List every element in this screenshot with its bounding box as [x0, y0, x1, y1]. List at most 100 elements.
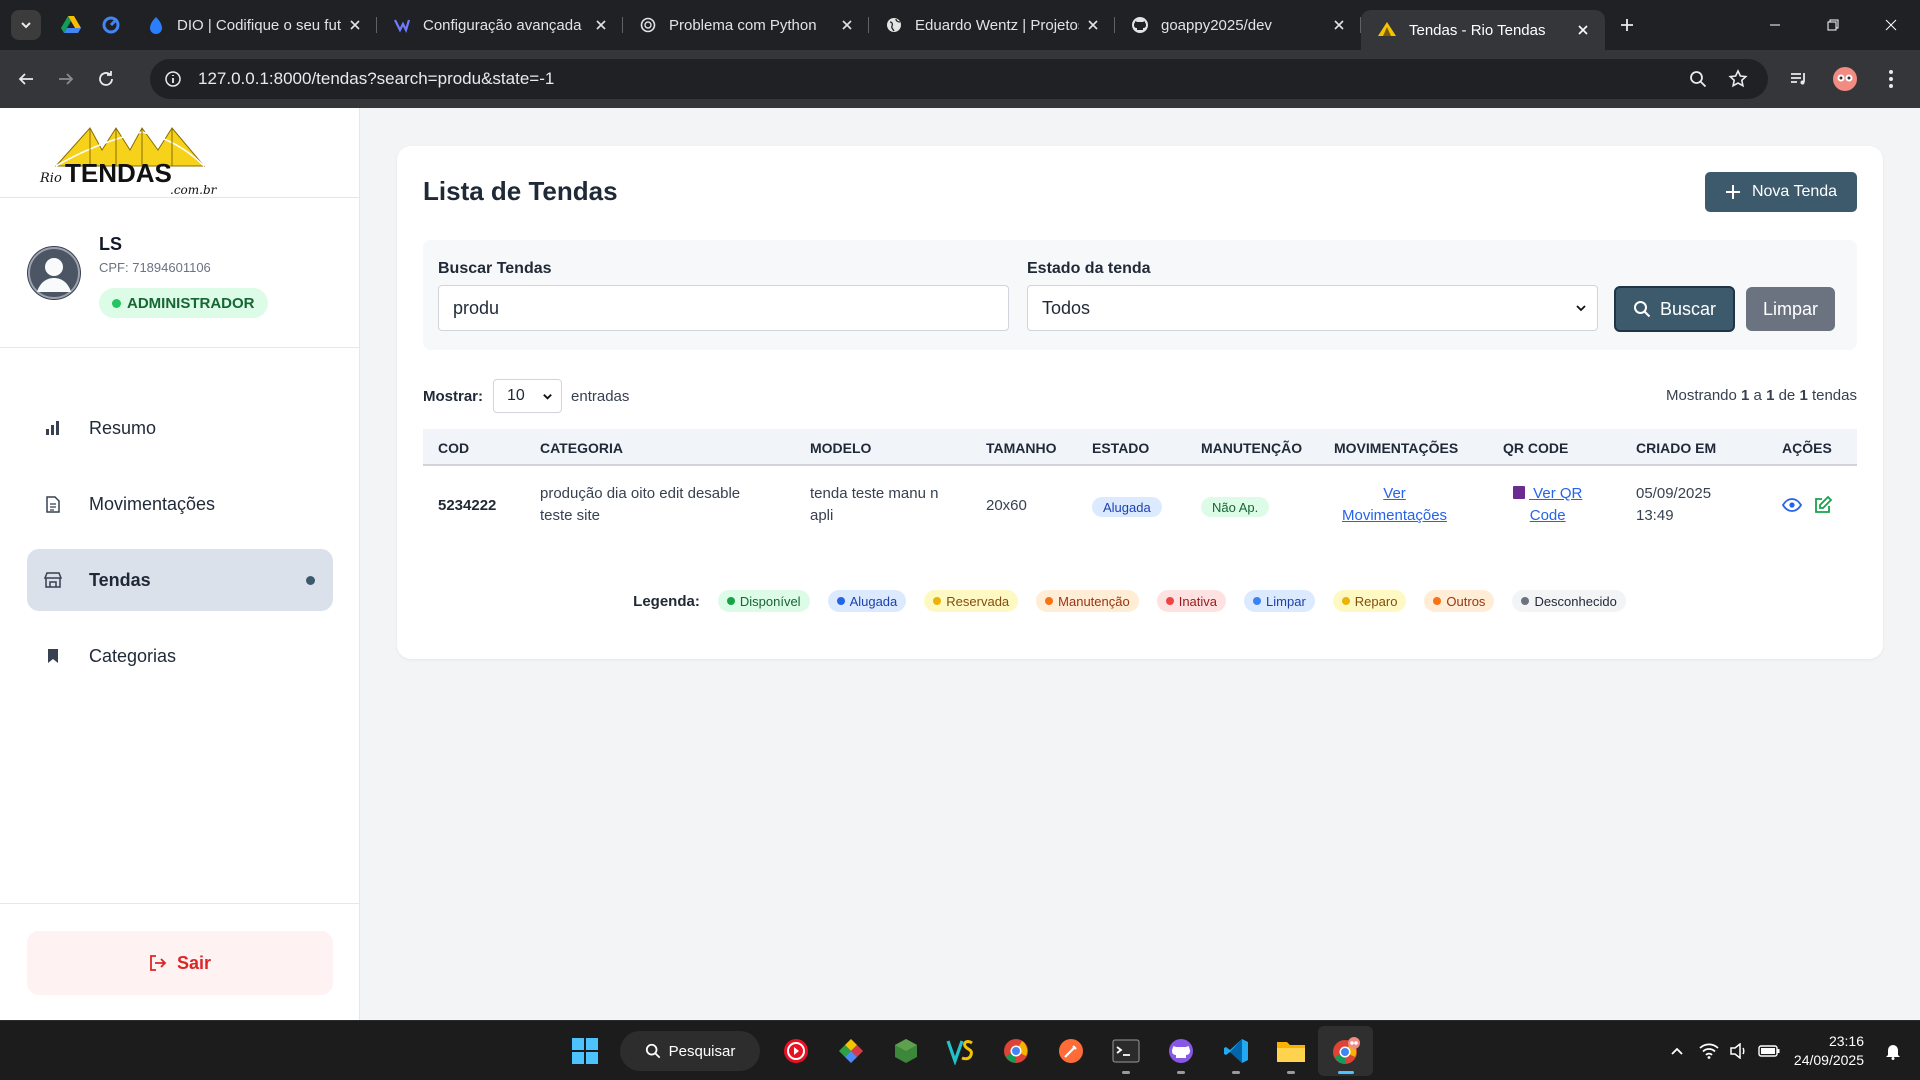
- browser-tab[interactable]: DIO | Codifique o seu futuro: [131, 8, 377, 42]
- github-desktop-icon: [1168, 1039, 1193, 1063]
- close-tab-icon[interactable]: [839, 17, 855, 33]
- taskbar-clock[interactable]: 23:16 24/09/2025: [1794, 1032, 1864, 1070]
- browser-tab-active[interactable]: Tendas - Rio Tendas: [1361, 10, 1605, 50]
- table-row: 5234222 produção dia oito edit desable te…: [423, 466, 1857, 548]
- search-button[interactable]: Buscar: [1614, 286, 1735, 332]
- page-size-value: 10: [507, 387, 525, 404]
- taskbar-app-terminal[interactable]: [1098, 1026, 1153, 1076]
- page-title: Lista de Tendas: [423, 176, 618, 206]
- search-value: produ: [453, 297, 500, 318]
- legend-label: Inativa: [1178, 593, 1218, 609]
- browser-menu-button[interactable]: [1868, 59, 1914, 99]
- taskbar-app-git[interactable]: [823, 1026, 878, 1076]
- sidebar-item-movimentacoes[interactable]: Movimentações: [27, 473, 333, 535]
- sidebar-item-resumo[interactable]: Resumo: [27, 397, 333, 459]
- chevron-down-icon: [543, 393, 552, 400]
- close-tab-icon[interactable]: [347, 17, 363, 33]
- sidebar-item-tendas[interactable]: Tendas: [27, 549, 333, 611]
- page-size-select[interactable]: 10: [493, 379, 563, 413]
- clear-button[interactable]: Limpar: [1746, 287, 1835, 331]
- pinned-tab-refresh-app[interactable]: [91, 8, 131, 42]
- col-tamanho: TAMANHO: [986, 440, 1057, 456]
- browser-toolbar: 127.0.0.1:8000/tendas?search=produ&state…: [0, 50, 1920, 108]
- start-button[interactable]: [557, 1026, 612, 1076]
- tab-search-button[interactable]: [11, 10, 41, 40]
- browser-tab[interactable]: Configuração avançada: [377, 8, 623, 42]
- minimize-button[interactable]: [1746, 0, 1804, 50]
- pinned-tab-drive[interactable]: [51, 8, 91, 42]
- vscode-icon: [1223, 1039, 1248, 1063]
- cell-cod: 5234222: [438, 497, 497, 514]
- taskbar-app-vs[interactable]: [933, 1026, 988, 1076]
- taskbar-app-media-player[interactable]: [768, 1026, 823, 1076]
- volume-status[interactable]: [1724, 1043, 1754, 1059]
- close-tab-icon[interactable]: [1085, 17, 1101, 33]
- profile-button[interactable]: [1822, 59, 1868, 99]
- reload-button[interactable]: [88, 61, 124, 97]
- view-button[interactable]: [1782, 497, 1802, 513]
- showing-to: 1: [1766, 387, 1775, 404]
- chrome-icon: [1003, 1039, 1028, 1063]
- cell-categoria: produção dia oito edit desable teste site: [540, 483, 740, 527]
- showing-text: de: [1778, 387, 1796, 404]
- playlist-icon: [1791, 73, 1805, 85]
- showing-text: Mostrando: [1665, 387, 1737, 404]
- status-dot: [112, 298, 121, 308]
- close-window-button[interactable]: [1862, 0, 1920, 50]
- address-bar[interactable]: 127.0.0.1:8000/tendas?search=produ&state…: [150, 59, 1768, 99]
- new-tab-button[interactable]: [1609, 7, 1645, 43]
- close-tab-icon[interactable]: [1331, 17, 1347, 33]
- tab-title: DIO | Codifique o seu futuro: [177, 16, 341, 34]
- speaker-icon: [1730, 1043, 1745, 1059]
- taskbar-app-file-explorer[interactable]: [1263, 1026, 1318, 1076]
- logout-button[interactable]: Sair: [27, 931, 333, 995]
- zoom-button[interactable]: [1678, 61, 1718, 97]
- running-indicator: [1231, 1071, 1240, 1074]
- taskbar-app-chrome[interactable]: [988, 1026, 1043, 1076]
- col-estado: ESTADO: [1092, 440, 1150, 456]
- bookmark-button[interactable]: [1718, 61, 1758, 97]
- rio-tendas-logo[interactable]: Rio TENDAS .com.br: [38, 120, 234, 196]
- taskbar-app-vscode[interactable]: [1208, 1026, 1263, 1076]
- document-icon: [44, 495, 62, 513]
- sidebar-footer: Sair: [0, 903, 360, 1020]
- chevron-down-icon: [1576, 305, 1586, 312]
- taskbar-app-github-desktop[interactable]: [1153, 1026, 1208, 1076]
- site-info-icon[interactable]: [164, 70, 182, 88]
- edit-button[interactable]: [1814, 496, 1832, 514]
- state-select[interactable]: Todos: [1027, 285, 1598, 331]
- sidebar-item-categorias[interactable]: Categorias: [27, 625, 333, 687]
- search-button-label: Buscar: [1659, 298, 1717, 319]
- notifications-button[interactable]: [1878, 1042, 1908, 1060]
- forward-button[interactable]: [48, 61, 84, 97]
- link-text: Code: [1529, 507, 1566, 524]
- taskbar-app-node[interactable]: [878, 1026, 933, 1076]
- legend-label: Limpar: [1266, 593, 1306, 609]
- media-controls-button[interactable]: [1776, 59, 1822, 99]
- tent-icon: [1378, 22, 1396, 36]
- close-tab-icon[interactable]: [593, 17, 609, 33]
- search-label: Buscar Tendas: [438, 260, 552, 277]
- restore-button[interactable]: [1804, 0, 1862, 50]
- back-button[interactable]: [8, 61, 44, 97]
- close-tab-icon[interactable]: [1575, 22, 1591, 38]
- browser-tab[interactable]: Eduardo Wentz | Projetos: [869, 8, 1115, 42]
- view-qr-code-link[interactable]: Ver QR Code: [1513, 483, 1582, 527]
- browser-tab[interactable]: Problema com Python: [623, 8, 869, 42]
- taskbar-app-chrome-profile[interactable]: [1318, 1026, 1373, 1076]
- running-indicator: [1337, 1071, 1354, 1074]
- wifi-status[interactable]: [1694, 1043, 1724, 1059]
- link-text: Ver QR: [1533, 485, 1583, 502]
- cell-date: 05/09/2025: [1636, 485, 1712, 502]
- taskbar-search[interactable]: Pesquisar: [620, 1031, 760, 1071]
- taskbar-app-postman[interactable]: [1043, 1026, 1098, 1076]
- tray-overflow-button[interactable]: [1660, 1046, 1694, 1056]
- qr-book-icon: [1513, 486, 1525, 499]
- col-manutencao: MANUTENÇÃO: [1201, 440, 1303, 456]
- new-tent-button[interactable]: Nova Tenda: [1705, 172, 1857, 212]
- browser-tab[interactable]: goappy2025/dev: [1115, 8, 1361, 42]
- hexagon-app-icon: [894, 1039, 917, 1063]
- battery-status[interactable]: [1754, 1045, 1784, 1057]
- search-input[interactable]: produ: [438, 285, 1009, 331]
- view-movements-link[interactable]: Ver Movimentações: [1342, 483, 1447, 527]
